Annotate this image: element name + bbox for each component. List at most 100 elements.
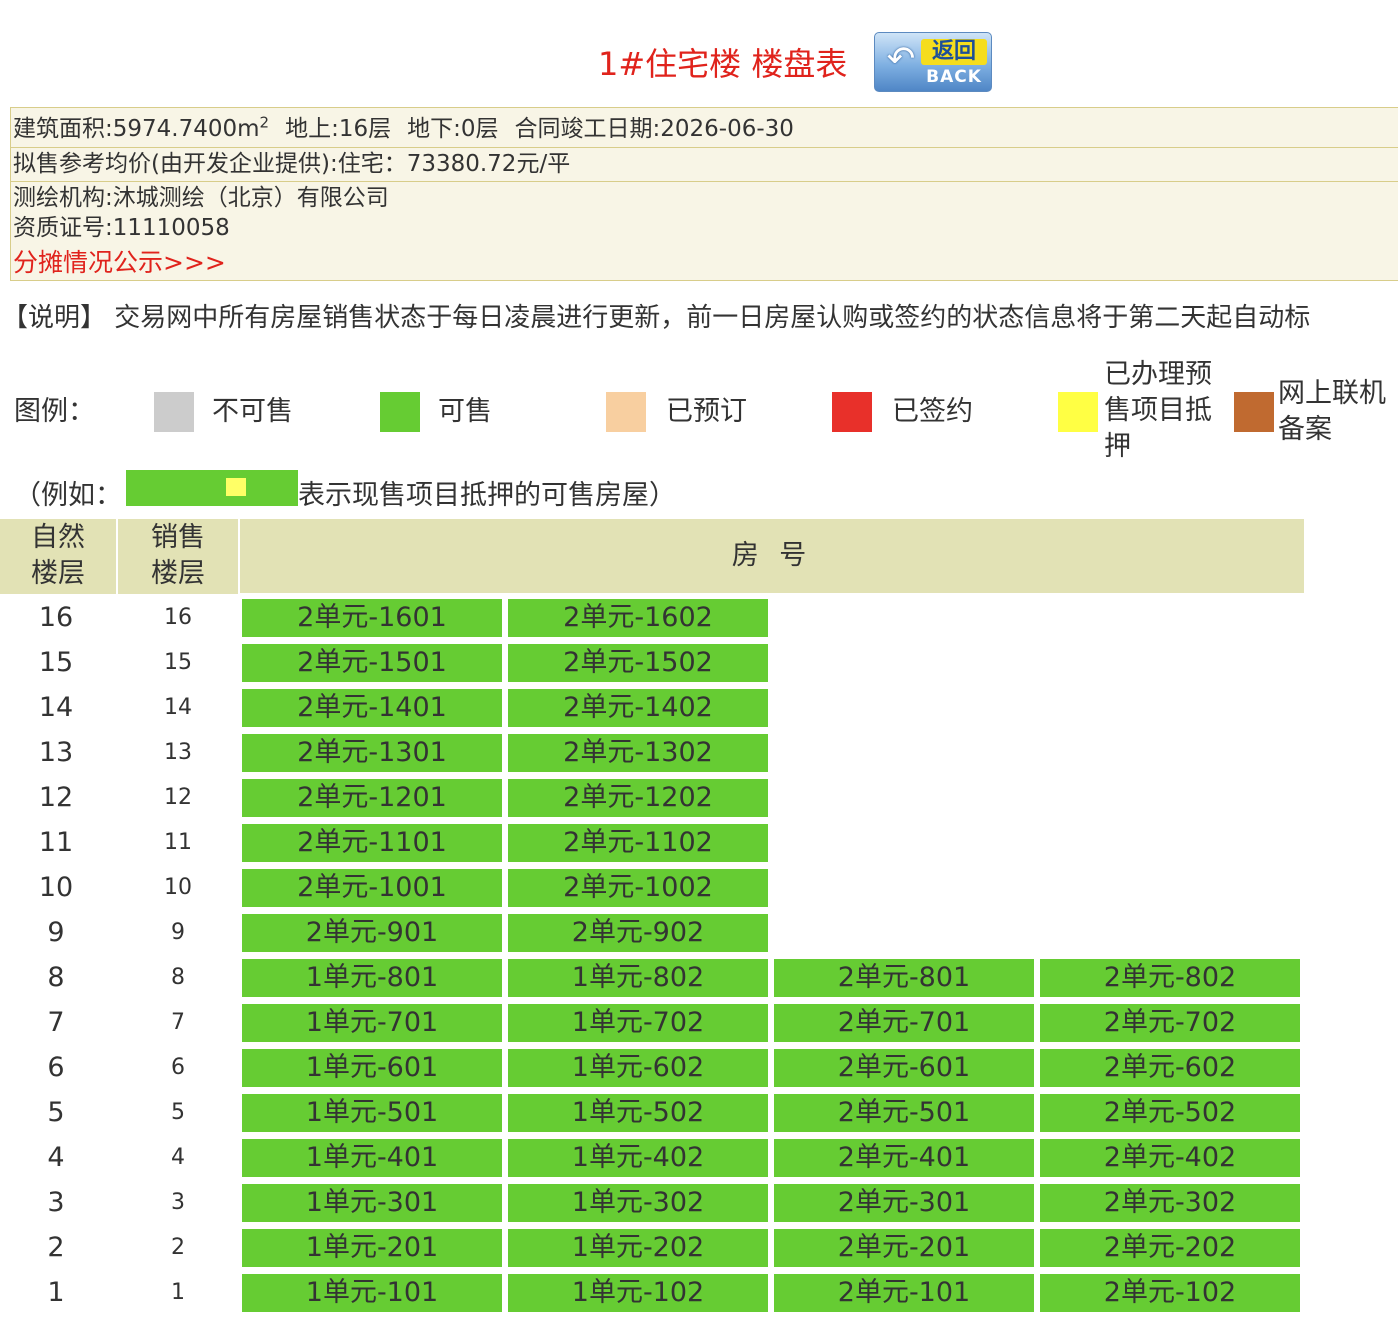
room-cell[interactable]: 2单元-302 (1040, 1184, 1300, 1222)
floors-below: 地下:0层 (407, 116, 499, 142)
apportionment-link-wrap: 分摊情况公示>>> (13, 248, 226, 279)
legend-swatch-reserved (606, 392, 646, 432)
room-cell[interactable]: 1单元-102 (508, 1274, 768, 1312)
natural-floor-number: 13 (38, 737, 74, 768)
natural-floor-number: 5 (47, 1097, 65, 1128)
natural-floor-number: 16 (38, 602, 74, 633)
area-unit-superscript: 2 (259, 113, 270, 132)
natural-floor-number: 1 (47, 1277, 65, 1308)
room-cell[interactable]: 2单元-1002 (508, 869, 768, 907)
reference-price: 拟售参考均价(由开发企业提供):住宅：73380.72元/平 (13, 151, 571, 177)
building-info-panel: 建筑面积:5974.7400m2 地上:16层 地下:0层 合同竣工日期:2026-0… (10, 107, 1398, 281)
room-cell[interactable]: 1单元-602 (508, 1049, 768, 1087)
room-cell[interactable]: 2单元-601 (774, 1049, 1034, 1087)
room-cell[interactable]: 2单元-301 (774, 1184, 1034, 1222)
back-button[interactable]: ↶ 返回 BACK (874, 32, 992, 92)
title-row: 1#住宅楼 楼盘表 ↶ 返回 BACK (0, 14, 1398, 92)
column-header-sales-floor-line: 销售 (151, 522, 205, 553)
room-cell[interactable]: 2单元-402 (1040, 1139, 1300, 1177)
room-cell[interactable]: 1单元-702 (508, 1004, 768, 1042)
column-header-natural-floor: 自然 楼层 (0, 519, 116, 594)
room-cell[interactable]: 2单元-401 (774, 1139, 1034, 1177)
room-cell[interactable]: 1单元-301 (242, 1184, 502, 1222)
room-cell[interactable]: 1单元-201 (242, 1229, 502, 1267)
room-cell[interactable]: 1单元-401 (242, 1139, 502, 1177)
sales-floor-number: 13 (164, 740, 192, 765)
room-cell[interactable]: 2单元-1602 (508, 599, 768, 637)
legend-text-filed-online: 网上联机 备案 (1278, 376, 1386, 448)
sales-floor-number: 9 (171, 920, 185, 945)
page-title: 1#住宅楼 楼盘表 (598, 45, 848, 83)
room-cell[interactable]: 2单元-202 (1040, 1229, 1300, 1267)
natural-floor-number: 4 (47, 1142, 65, 1173)
legend-label: 图例： (14, 396, 95, 427)
room-cell[interactable]: 2单元-1502 (508, 644, 768, 682)
room-cell[interactable]: 2单元-1601 (242, 599, 502, 637)
natural-floor-number: 2 (47, 1232, 65, 1263)
room-cell[interactable]: 2单元-101 (774, 1274, 1034, 1312)
room-cell[interactable]: 2单元-902 (508, 914, 768, 952)
sales-floor-number: 2 (171, 1235, 185, 1260)
sales-floor-number: 5 (171, 1100, 185, 1125)
room-cell[interactable]: 2单元-802 (1040, 959, 1300, 997)
sales-floor-number: 8 (171, 965, 185, 990)
example-swatch (126, 470, 298, 506)
column-header-sales-floor-line: 楼层 (151, 558, 205, 589)
legend-text-signed: 已签约 (892, 396, 973, 427)
legend-text-unavailable: 不可售 (212, 396, 293, 427)
sales-floor-number: 10 (164, 875, 192, 900)
room-cell[interactable]: 1单元-302 (508, 1184, 768, 1222)
room-cell[interactable]: 2单元-701 (774, 1004, 1034, 1042)
room-cell[interactable]: 2单元-1201 (242, 779, 502, 817)
room-cell[interactable]: 1单元-601 (242, 1049, 502, 1087)
room-cell[interactable]: 1单元-202 (508, 1229, 768, 1267)
room-cell[interactable]: 1单元-501 (242, 1094, 502, 1132)
column-header-room-number: 房 号 (240, 519, 1304, 593)
room-cell[interactable]: 2单元-1001 (242, 869, 502, 907)
legend-text-reserved: 已预订 (666, 396, 747, 427)
room-cell[interactable]: 2单元-102 (1040, 1274, 1300, 1312)
legend-text-filed-online-line: 备案 (1278, 414, 1332, 445)
room-cell[interactable]: 1单元-502 (508, 1094, 768, 1132)
room-cell[interactable]: 2单元-1301 (242, 734, 502, 772)
sales-floor-number: 4 (171, 1145, 185, 1170)
legend-swatch-mortgaged (1058, 392, 1098, 432)
room-cell[interactable]: 1单元-701 (242, 1004, 502, 1042)
column-header-natural-floor-line: 自然 (31, 522, 85, 553)
natural-floor-number: 8 (47, 962, 65, 993)
legend-text-filed-online-line: 网上联机 (1278, 378, 1386, 409)
room-cell[interactable]: 2单元-1101 (242, 824, 502, 862)
legend-text-mortgaged: 已办理预 售项目抵 押 (1104, 357, 1212, 465)
room-cell[interactable]: 2单元-501 (774, 1094, 1034, 1132)
legend-text-available: 可售 (438, 396, 492, 427)
room-cell[interactable]: 1单元-802 (508, 959, 768, 997)
sales-floor-number: 7 (171, 1010, 185, 1035)
natural-floor-number: 6 (47, 1052, 65, 1083)
building-area: 建筑面积:5974.7400m (13, 116, 260, 142)
room-cell[interactable]: 2单元-1501 (242, 644, 502, 682)
room-cell[interactable]: 2单元-1102 (508, 824, 768, 862)
room-cell[interactable]: 1单元-101 (242, 1274, 502, 1312)
natural-floor-number: 9 (47, 917, 65, 948)
room-cell[interactable]: 2单元-201 (774, 1229, 1034, 1267)
room-cell[interactable]: 2单元-702 (1040, 1004, 1300, 1042)
room-cell[interactable]: 1单元-801 (242, 959, 502, 997)
room-cell[interactable]: 2单元-502 (1040, 1094, 1300, 1132)
room-cell[interactable]: 2单元-1302 (508, 734, 768, 772)
room-cell[interactable]: 2单元-1202 (508, 779, 768, 817)
example-suffix: 表示现售项目抵押的可售房屋） (298, 480, 676, 511)
room-cell[interactable]: 2单元-602 (1040, 1049, 1300, 1087)
room-cell[interactable]: 1单元-402 (508, 1139, 768, 1177)
room-cell[interactable]: 2单元-801 (774, 959, 1034, 997)
room-cell[interactable]: 2单元-1401 (242, 689, 502, 727)
legend-swatch-unavailable (154, 392, 194, 432)
apportionment-link[interactable]: 分摊情况公示>>> (13, 248, 226, 277)
example-mortgage-dot (226, 478, 246, 496)
room-cell[interactable]: 2单元-1402 (508, 689, 768, 727)
sales-floor-number: 16 (164, 605, 192, 630)
natural-floor-number: 12 (38, 782, 74, 813)
building-summary: 建筑面积:5974.7400m2 地上:16层 地下:0层 合同竣工日期:2026-0… (13, 114, 794, 144)
legend-swatch-available (380, 392, 420, 432)
sales-floor-number: 6 (171, 1055, 185, 1080)
room-cell[interactable]: 2单元-901 (242, 914, 502, 952)
